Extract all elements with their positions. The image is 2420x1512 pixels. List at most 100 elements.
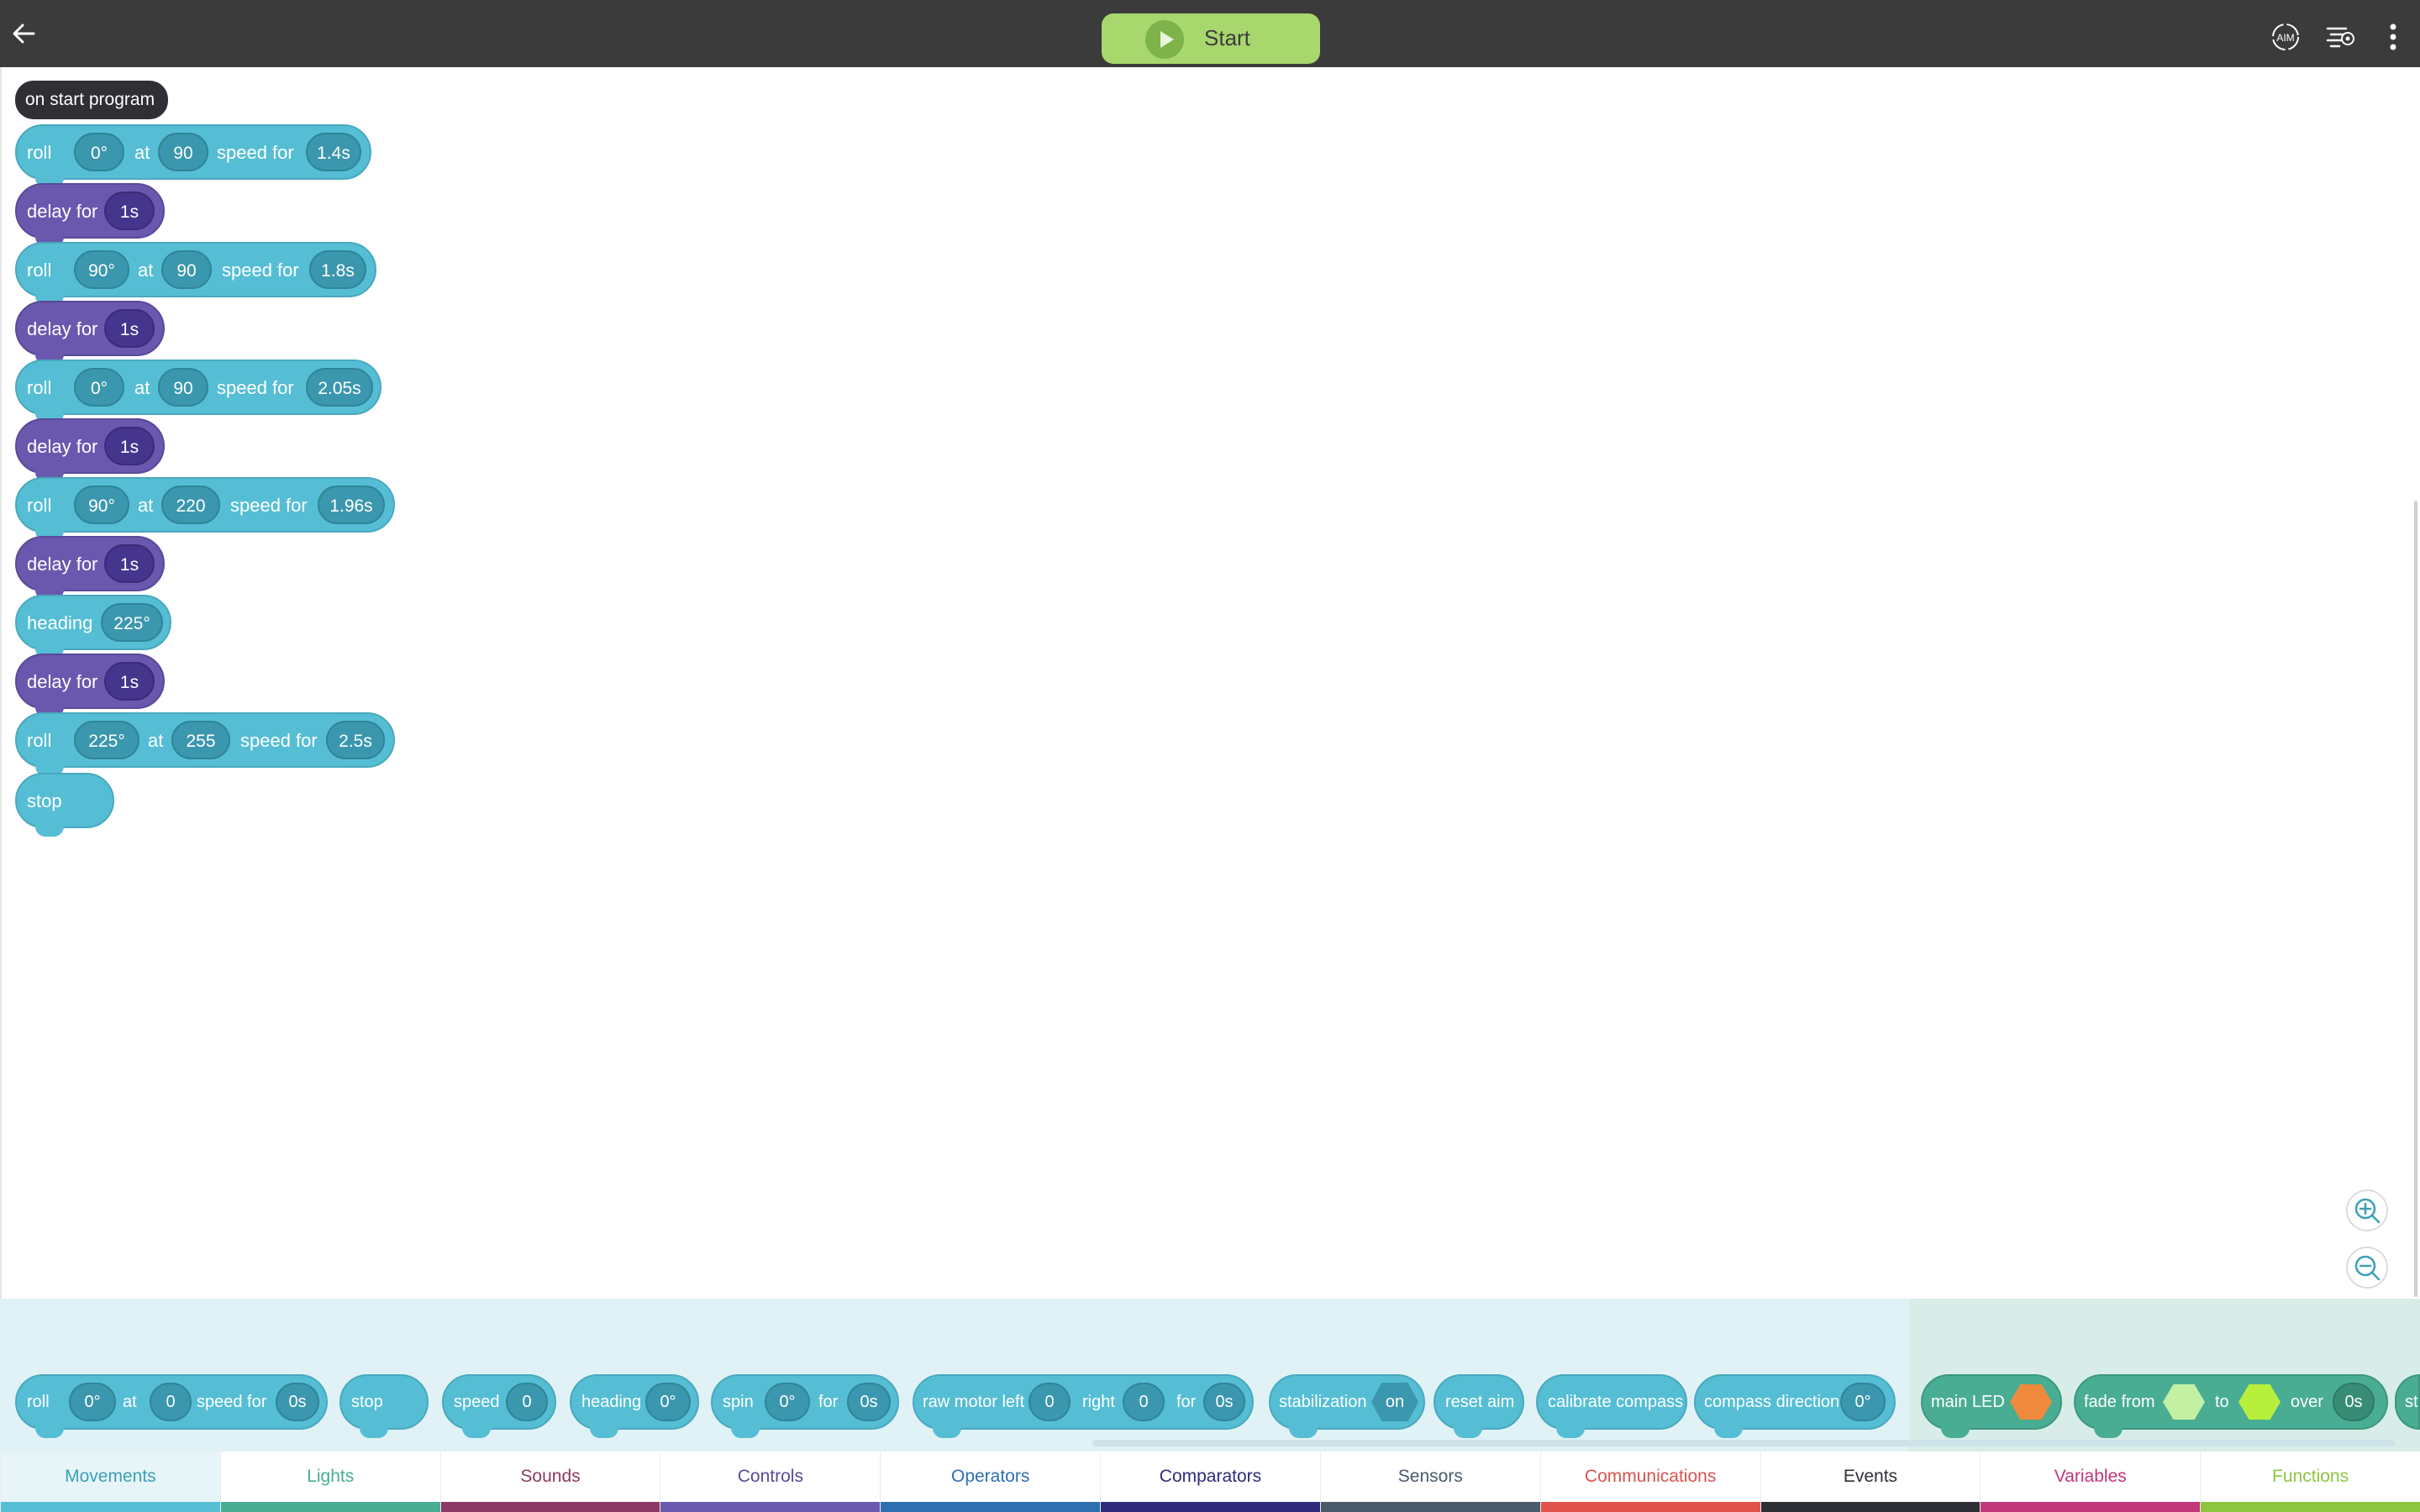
tab-color-bar — [2201, 1502, 2420, 1512]
at-label: at — [123, 1393, 137, 1411]
tab-communications[interactable]: Communications — [1539, 1452, 1760, 1512]
duration-input[interactable]: 1.4s — [306, 133, 361, 171]
roll-label: roll — [27, 495, 52, 516]
tab-lights[interactable]: Lights — [219, 1452, 440, 1512]
tab-label: Functions — [2272, 1467, 2349, 1486]
delay-block[interactable]: delay for 1s — [15, 418, 165, 482]
roll-block[interactable]: roll 90° at 220 speed for 1.96s — [15, 477, 395, 541]
left-motor-input[interactable]: 0 — [1028, 1383, 1071, 1421]
heading-input[interactable]: 90° — [74, 250, 129, 289]
calibrate-compass-label: calibrate compass — [1548, 1393, 1684, 1411]
speed-for-label: speed for — [217, 377, 294, 398]
delay-duration-input[interactable]: 1s — [104, 192, 155, 230]
palette-stabilization-block[interactable]: stabilization on — [1269, 1374, 1425, 1438]
for-label: for — [1176, 1393, 1197, 1411]
delay-duration-input[interactable]: 1s — [104, 544, 155, 583]
heading-value-input[interactable]: 0° — [645, 1383, 691, 1421]
compass-direction-input[interactable]: 0° — [1840, 1383, 1886, 1421]
delay-label: delay for — [27, 436, 98, 457]
stop-label: stop — [27, 790, 62, 811]
speed-input[interactable]: 90 — [158, 133, 208, 171]
vertical-scrollbar[interactable] — [2414, 501, 2417, 1297]
heading-input[interactable]: 0° — [69, 1383, 116, 1421]
palette-raw-motor-block[interactable]: raw motor left 0 right 0 for 0s — [913, 1374, 1254, 1438]
heading-input[interactable]: 225° — [74, 721, 139, 759]
tab-label: Controls — [737, 1467, 803, 1486]
spin-degrees-input[interactable]: 0° — [765, 1383, 810, 1421]
duration-input[interactable]: 1.96s — [318, 486, 385, 524]
tab-color-bar — [1540, 1502, 1760, 1512]
calibrate-icon[interactable] — [2323, 20, 2356, 54]
palette-scrollbar[interactable] — [1092, 1440, 2395, 1446]
tab-operators[interactable]: Operators — [880, 1452, 1101, 1512]
palette-fade-block[interactable]: fade from to over 0s — [2074, 1374, 2388, 1438]
duration-input[interactable]: 0s — [276, 1383, 319, 1421]
delay-duration-input[interactable]: 1s — [104, 427, 155, 465]
palette-compass-direction-block[interactable]: compass direction 0° — [1694, 1374, 1896, 1438]
delay-duration-input[interactable]: 1s — [104, 662, 155, 701]
fade-duration-input[interactable]: 0s — [2333, 1383, 2375, 1421]
aim-icon[interactable]: AIM — [2269, 20, 2302, 54]
palette-spin-block[interactable]: spin 0° for 0s — [711, 1374, 899, 1438]
delay-block[interactable]: delay for 1s — [15, 183, 165, 247]
roll-label: roll — [27, 730, 52, 751]
palette-heading-block[interactable]: heading 0° — [570, 1374, 699, 1438]
roll-label: roll — [27, 260, 52, 281]
heading-input[interactable]: 0° — [74, 133, 124, 171]
tab-controls[interactable]: Controls — [660, 1452, 881, 1512]
tab-sounds[interactable]: Sounds — [439, 1452, 660, 1512]
raw-motor-duration-input[interactable]: 0s — [1203, 1383, 1245, 1421]
tab-movements[interactable]: Movements — [0, 1452, 220, 1512]
fade-to-color-swatch[interactable] — [2238, 1384, 2281, 1420]
tab-functions[interactable]: Functions — [2200, 1452, 2420, 1512]
speed-input[interactable]: 90 — [161, 250, 212, 289]
tab-events[interactable]: Events — [1760, 1452, 1981, 1512]
delay-block[interactable]: delay for 1s — [15, 301, 165, 365]
zoom-in-icon — [2354, 1198, 2381, 1224]
zoom-in-button[interactable] — [2346, 1189, 2388, 1231]
speed-input[interactable]: 90 — [158, 368, 208, 407]
on-start-program-block[interactable]: on start program — [15, 81, 168, 119]
stabilization-toggle[interactable]: on — [1371, 1383, 1418, 1421]
spin-duration-input[interactable]: 0s — [847, 1383, 891, 1421]
compass-direction-label: compass direction — [1704, 1393, 1840, 1411]
arrow-left-icon[interactable] — [8, 18, 39, 49]
delay-block[interactable]: delay for 1s — [15, 654, 165, 717]
speed-input[interactable]: 255 — [171, 721, 230, 759]
right-motor-input[interactable]: 0 — [1123, 1383, 1165, 1421]
roll-block[interactable]: roll 225° at 255 speed for 2.5s — [15, 712, 395, 776]
zoom-out-button[interactable] — [2346, 1247, 2388, 1289]
duration-input[interactable]: 1.8s — [309, 250, 366, 289]
led-color-swatch[interactable] — [2010, 1384, 2052, 1420]
speed-value-input[interactable]: 0 — [506, 1383, 548, 1421]
duration-input[interactable]: 2.05s — [306, 368, 373, 407]
palette-calibrate-compass-block[interactable]: calibrate compass — [1536, 1374, 1687, 1438]
start-label: Start — [1204, 25, 1250, 50]
fade-from-color-swatch[interactable] — [2163, 1384, 2205, 1420]
tab-variables[interactable]: Variables — [1980, 1452, 2201, 1512]
delay-block[interactable]: delay for 1s — [15, 536, 165, 600]
duration-input[interactable]: 2.5s — [326, 721, 385, 759]
more-vertical-icon[interactable] — [2383, 20, 2403, 54]
speed-input[interactable]: 0 — [150, 1383, 192, 1421]
palette-main-led-block[interactable]: main LED — [1921, 1374, 2062, 1438]
partial-label: st — [2405, 1393, 2418, 1411]
tab-sensors[interactable]: Sensors — [1319, 1452, 1540, 1512]
roll-block[interactable]: roll 0° at 90 speed for 2.05s — [15, 360, 381, 423]
palette-reset-aim-block[interactable]: reset aim — [1434, 1374, 1524, 1438]
heading-input[interactable]: 90° — [74, 486, 129, 524]
speed-input[interactable]: 220 — [161, 486, 220, 524]
tab-comparators[interactable]: Comparators — [1100, 1452, 1320, 1512]
palette-stop-block[interactable]: stop — [339, 1374, 429, 1438]
delay-duration-input[interactable]: 1s — [104, 309, 155, 348]
heading-value-input[interactable]: 225° — [101, 603, 163, 642]
palette-speed-block[interactable]: speed 0 — [442, 1374, 556, 1438]
roll-block[interactable]: roll 90° at 90 speed for 1.8s — [15, 242, 376, 306]
heading-block[interactable]: heading 225° — [15, 595, 171, 659]
tab-label: Variables — [2054, 1467, 2127, 1486]
roll-block[interactable]: roll 0° at 90 speed for 1.4s — [15, 124, 371, 188]
stop-block[interactable]: stop — [15, 773, 114, 837]
heading-input[interactable]: 0° — [74, 368, 124, 407]
palette-roll-block[interactable]: roll 0° at 0 speed for 0s — [15, 1374, 328, 1438]
start-button[interactable]: Start — [1102, 13, 1320, 64]
